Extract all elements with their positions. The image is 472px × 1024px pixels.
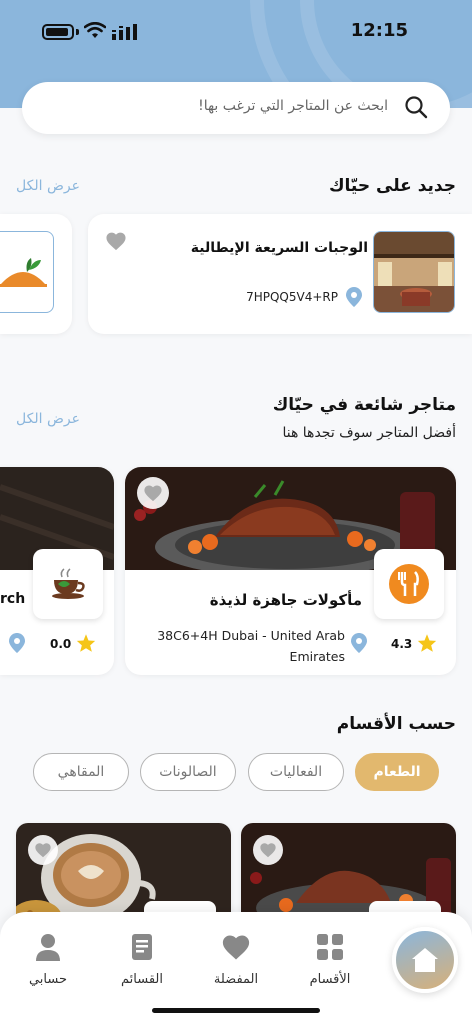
- coffee-cup-icon: [52, 568, 85, 599]
- heart-icon: [144, 485, 162, 502]
- wifi-icon: [84, 22, 106, 38]
- favorite-button[interactable]: [137, 477, 169, 509]
- favorite-button[interactable]: [28, 835, 58, 865]
- heart-icon[interactable]: [105, 231, 127, 251]
- nav-item-favorites[interactable]: المفضلة: [196, 932, 276, 987]
- home-indicator: [152, 1008, 320, 1013]
- nav-label-coupons: القسائم: [121, 972, 163, 987]
- nav-item-coupons[interactable]: القسائم: [102, 932, 182, 987]
- heart-icon: [222, 935, 250, 960]
- category-pill-food[interactable]: الطعام: [355, 753, 439, 791]
- search-icon[interactable]: [404, 95, 428, 119]
- location-pin-icon: [346, 287, 362, 307]
- partial-store-name: rch: [0, 591, 26, 607]
- new-store-card[interactable]: الوجبات السريعة الإيطالية 7HPQQ5V4+RP: [88, 214, 472, 334]
- new-store-card-partial[interactable]: [0, 214, 72, 334]
- partial-store-rating: 0.0: [50, 637, 72, 651]
- status-bar: 12:15: [0, 18, 472, 48]
- popular-store-name: مأكولات جاهزة لذيذة: [209, 591, 362, 609]
- popular-section-subtitle: أفضل المتاجر سوف تجدها هنا: [282, 425, 456, 441]
- nav-label-favorites: المفضلة: [213, 972, 259, 987]
- category-pill-cafes[interactable]: المقاهي: [33, 753, 129, 791]
- category-pill-events[interactable]: الفعاليات: [248, 753, 344, 791]
- store-logo: [374, 549, 444, 619]
- popular-section-title: متاجر شائعة في حيّاك: [272, 395, 456, 415]
- categories-section-title: حسب الأقسام: [336, 714, 456, 734]
- grid-icon: [317, 934, 343, 960]
- new-store-location: 7HPQQ5V4+RP: [246, 290, 338, 304]
- user-icon: [36, 934, 60, 961]
- home-button[interactable]: [392, 927, 458, 993]
- signal-icon: [112, 24, 137, 40]
- popular-store-card[interactable]: مأكولات جاهزة لذيذة 4.3 38C6+4H Dubai - …: [125, 467, 456, 675]
- star-icon: [417, 634, 437, 652]
- new-section-title: جديد على حيّاك: [328, 176, 456, 196]
- popular-store-rating: 4.3: [391, 637, 413, 651]
- food-logo-icon: [0, 258, 47, 287]
- category-pill-salons[interactable]: الصالونات: [140, 753, 236, 791]
- nav-item-account[interactable]: حسابي: [8, 932, 88, 987]
- search-input[interactable]: ابحث عن المتاجر التي ترغب بها!: [22, 82, 450, 134]
- location-pin-icon: [351, 633, 367, 653]
- heart-icon: [35, 843, 51, 858]
- status-time: 12:15: [350, 20, 408, 41]
- popular-store-card-partial[interactable]: rch 0.0: [0, 467, 114, 675]
- store-logo: [33, 549, 103, 619]
- search-placeholder: ابحث عن المتاجر التي ترغب بها!: [198, 98, 388, 114]
- star-icon: [76, 634, 96, 652]
- new-store-name: الوجبات السريعة الإيطالية: [190, 240, 368, 256]
- new-see-all-link[interactable]: عرض الكل: [16, 178, 80, 194]
- store-logo: [0, 231, 54, 313]
- nav-label-categories: الأقسام: [309, 972, 351, 987]
- store-thumbnail: [373, 231, 455, 313]
- nav-item-categories[interactable]: الأقسام: [290, 932, 370, 987]
- restaurant-logo-icon: [389, 564, 429, 604]
- home-icon: [412, 948, 438, 972]
- popular-see-all-link[interactable]: عرض الكل: [16, 411, 80, 427]
- battery-icon: [42, 24, 74, 40]
- favorite-button[interactable]: [253, 835, 283, 865]
- coupon-icon: [132, 934, 152, 960]
- popular-store-location: 38C6+4H Dubai - United Arab Emirates: [157, 628, 345, 664]
- nav-label-account: حسابي: [28, 972, 68, 987]
- location-pin-icon: [9, 633, 25, 653]
- heart-icon: [260, 843, 276, 858]
